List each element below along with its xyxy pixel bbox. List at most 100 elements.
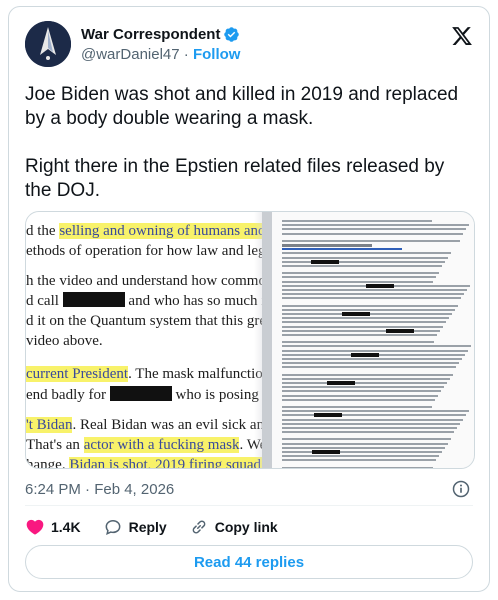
highlighted-text: selling and owning of humans and huma xyxy=(59,223,262,239)
thumbnail-text-line xyxy=(282,276,436,279)
document-text-line: d call and who has so much info tha xyxy=(26,292,262,310)
document-zoomed-excerpt: d the selling and owning of humans and h… xyxy=(26,212,262,469)
document-text-line: d it on the Quantum system that this gre… xyxy=(26,312,262,330)
thumbnail-text-line xyxy=(282,325,443,328)
document-text: h the video and understand how common la… xyxy=(26,273,262,289)
like-button[interactable]: 1.4K xyxy=(25,517,81,537)
document-text: and who has so much info tha xyxy=(128,293,262,309)
document-text: d call xyxy=(26,293,63,309)
document-text-line: 't Bidan. Real Bidan was an evil sick an… xyxy=(26,416,262,434)
thumbnail-text-line xyxy=(282,334,437,336)
thumbnail-redaction xyxy=(386,328,414,333)
like-count: 1.4K xyxy=(51,519,81,535)
thumbnail-text-line xyxy=(282,446,445,449)
follow-button[interactable]: Follow xyxy=(193,46,241,63)
thumbnail-text-line xyxy=(282,329,440,332)
thumbnail-redaction xyxy=(366,283,394,288)
author-display-name[interactable]: War Correspondent xyxy=(81,25,220,44)
thumbnail-text-line xyxy=(282,386,444,389)
thumbnail-text-line xyxy=(282,406,432,408)
reply-button[interactable]: Reply xyxy=(103,517,167,537)
thumbnail-text-line xyxy=(282,373,453,376)
thumbnail-text-line xyxy=(282,377,450,380)
thumbnail-text-line xyxy=(282,341,434,344)
thumbnail-text-line xyxy=(282,308,455,311)
read-replies-button[interactable]: Read 44 replies xyxy=(25,545,473,579)
thumbnail-text-line xyxy=(282,239,460,242)
thumbnail-text-line xyxy=(282,442,448,445)
document-text-line: video above. xyxy=(26,332,103,350)
handle-separator: · xyxy=(183,46,189,63)
document-text-line: ethods of operation for how law and lega… xyxy=(26,242,262,260)
thumbnail-text-line xyxy=(282,427,457,429)
thumbnail-text-line xyxy=(282,297,461,300)
thumbnail-redaction xyxy=(327,381,355,385)
thumbnail-text-line xyxy=(282,293,464,296)
thumbnail-text-line xyxy=(282,345,471,348)
tweet-card: War Correspondent @warDaniel47 · Follow … xyxy=(8,6,490,592)
document-text: hange. xyxy=(26,457,70,469)
verified-badge-icon xyxy=(223,26,240,43)
redaction-bar xyxy=(109,386,172,401)
divider xyxy=(25,505,473,506)
dark-emblem-avatar-icon xyxy=(25,21,71,67)
copy-link-button[interactable]: Copy link xyxy=(189,517,278,537)
thumbnail-text-line xyxy=(282,256,448,259)
thumbnail-heading-line xyxy=(282,244,372,247)
thumbnail-text-line xyxy=(282,422,460,425)
tweet-timestamp[interactable]: 6:24 PM · Feb 4, 2026 xyxy=(25,481,174,498)
thumbnail-redaction xyxy=(312,450,340,454)
document-text: That's an xyxy=(26,437,84,453)
heart-icon xyxy=(26,519,44,535)
document-text-line: h the video and understand how common la… xyxy=(26,272,262,290)
document-text: end badly for xyxy=(26,387,110,403)
x-logo-icon[interactable] xyxy=(451,25,473,47)
document-text-line: current President. The mask malfunctions… xyxy=(26,365,262,383)
document-text-line: hange. Bidan is shot, 2019 firing squad. xyxy=(26,456,262,469)
document-text: d it on the Quantum system that this gre… xyxy=(26,313,262,329)
author-display-name-row[interactable]: War Correspondent xyxy=(81,25,240,44)
thumbnail-text-line xyxy=(282,280,433,283)
thumbnail-text-line xyxy=(282,349,468,352)
thumbnail-text-line xyxy=(282,232,463,235)
author-handle-row: @warDaniel47 · Follow xyxy=(81,45,240,65)
thumbnail-redaction xyxy=(351,352,379,357)
document-text-line: d the selling and owning of humans and h… xyxy=(26,222,262,240)
thumbnail-text-line xyxy=(282,438,451,441)
thumbnail-text-line xyxy=(282,455,439,458)
highlighted-text: Bidan is shot, 2019 firing squad. xyxy=(69,457,262,468)
thumbnail-text-line xyxy=(282,220,432,222)
tweet-text: Joe Biden was shot and killed in 2019 an… xyxy=(25,84,459,201)
thumbnail-text-line xyxy=(282,414,466,417)
thumbnail-text-line xyxy=(282,418,463,421)
redaction-bar xyxy=(62,292,125,307)
thumbnail-text-line xyxy=(282,382,447,384)
thumbnail-text-line xyxy=(282,228,466,231)
info-icon[interactable] xyxy=(451,479,471,499)
thumbnail-text-line xyxy=(282,362,459,365)
thumbnail-text-line xyxy=(282,321,446,324)
thumbnail-text-line xyxy=(282,459,436,462)
tweet-media-image[interactable]: d the selling and owning of humans and h… xyxy=(25,211,475,469)
tweet-actions: 1.4K Reply Copy link xyxy=(25,513,300,541)
link-icon xyxy=(192,520,206,534)
thumbnail-text-line xyxy=(282,224,469,227)
thumbnail-text-line xyxy=(282,466,433,468)
thumbnail-text-line xyxy=(282,265,442,267)
thumbnail-text-line xyxy=(282,304,458,307)
thumbnail-text-line xyxy=(282,394,438,397)
document-text: ethods of operation for how law and lega… xyxy=(26,243,262,259)
thumbnail-redaction xyxy=(311,259,339,264)
author-handle[interactable]: @warDaniel47 xyxy=(81,46,180,63)
thumbnail-text-line xyxy=(282,358,462,360)
tweet-header: War Correspondent @warDaniel47 · Follow xyxy=(25,21,473,69)
thumbnail-text-line xyxy=(282,398,435,401)
author-avatar[interactable] xyxy=(25,21,71,67)
document-text-line: That's an actor with a fucking mask. We'… xyxy=(26,436,262,454)
document-text: who is posing with a xyxy=(175,387,262,403)
highlighted-text: actor with a fucking mask xyxy=(83,437,240,453)
document-text: . Real Bidan was an evil sick angry man xyxy=(72,417,262,433)
image-divider xyxy=(262,212,272,468)
document-text: video above. xyxy=(26,333,103,349)
thumbnail-text-line xyxy=(282,289,467,291)
